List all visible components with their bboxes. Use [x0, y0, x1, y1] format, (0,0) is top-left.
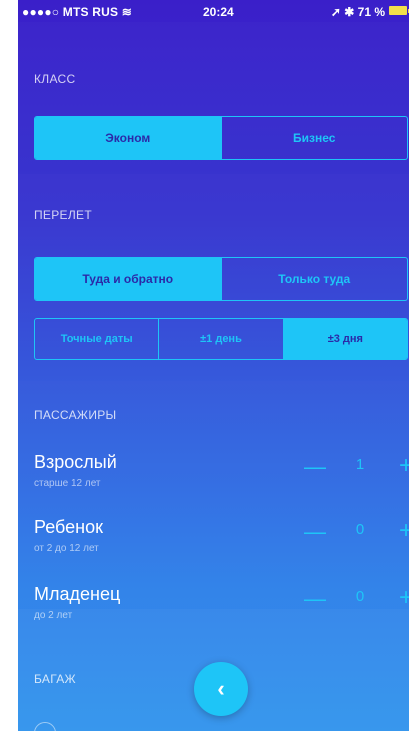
- decrement-button[interactable]: —: [300, 519, 330, 545]
- date-option-1day[interactable]: ±1 день: [158, 319, 282, 359]
- passenger-count: 0: [355, 521, 365, 538]
- location-icon: ➚: [330, 5, 341, 19]
- decrement-button[interactable]: —: [300, 586, 330, 612]
- trip-type-segmented-control: Туда и обратно Только туда: [34, 257, 408, 301]
- battery-icon: [389, 6, 409, 15]
- back-button[interactable]: ‹: [194, 662, 248, 716]
- increment-button[interactable]: +: [394, 452, 409, 480]
- passenger-age: до 2 лет: [34, 610, 73, 621]
- baggage-title: БАГАЖ: [34, 672, 76, 686]
- carrier-signal: ●●●●○ MTS RUS ≋: [22, 5, 133, 19]
- increment-button[interactable]: +: [394, 584, 409, 612]
- passenger-name: Младенец: [34, 584, 121, 604]
- trip-option-oneway[interactable]: Только туда: [220, 258, 408, 300]
- date-option-exact[interactable]: Точные даты: [35, 319, 158, 359]
- passenger-name: Взрослый: [34, 452, 117, 472]
- wifi-icon: ≋: [121, 5, 133, 19]
- decrement-button[interactable]: —: [300, 454, 330, 480]
- status-right: ➚ ✱ 71 %: [330, 5, 385, 19]
- passenger-count: 1: [355, 456, 365, 473]
- passenger-row-child: Ребенок от 2 до 12 лет — 0 +: [34, 517, 409, 577]
- date-flex-segmented-control: Точные даты ±1 день ±3 дня: [34, 318, 408, 360]
- passenger-age: от 2 до 12 лет: [34, 543, 99, 554]
- app-screen: ●●●●○ MTS RUS ≋ 20:24 ➚ ✱ 71 % КЛАСС Эко…: [18, 0, 409, 731]
- class-title: КЛАСС: [34, 72, 76, 86]
- passenger-name: Ребенок: [34, 517, 103, 537]
- passenger-count: 0: [355, 588, 365, 605]
- passenger-row-infant: Младенец до 2 лет — 0 +: [34, 584, 409, 644]
- bluetooth-icon: ✱: [344, 5, 355, 19]
- increment-button[interactable]: +: [394, 517, 409, 545]
- status-time: 20:24: [203, 5, 234, 19]
- class-option-economy[interactable]: Эконом: [35, 117, 221, 159]
- status-bar: ●●●●○ MTS RUS ≋ 20:24 ➚ ✱ 71 %: [18, 0, 409, 22]
- class-option-business[interactable]: Бизнес: [220, 117, 408, 159]
- trip-option-round[interactable]: Туда и обратно: [35, 258, 221, 300]
- date-option-3days[interactable]: ±3 дня: [282, 319, 407, 359]
- flight-title: ПЕРЕЛЕТ: [34, 208, 92, 222]
- passengers-title: ПАССАЖИРЫ: [34, 408, 117, 422]
- class-segmented-control: Эконом Бизнес: [34, 116, 408, 160]
- chevron-left-icon: ‹: [217, 676, 225, 701]
- passenger-row-adult: Взрослый старше 12 лет — 1 +: [34, 452, 409, 512]
- passenger-age: старше 12 лет: [34, 478, 101, 489]
